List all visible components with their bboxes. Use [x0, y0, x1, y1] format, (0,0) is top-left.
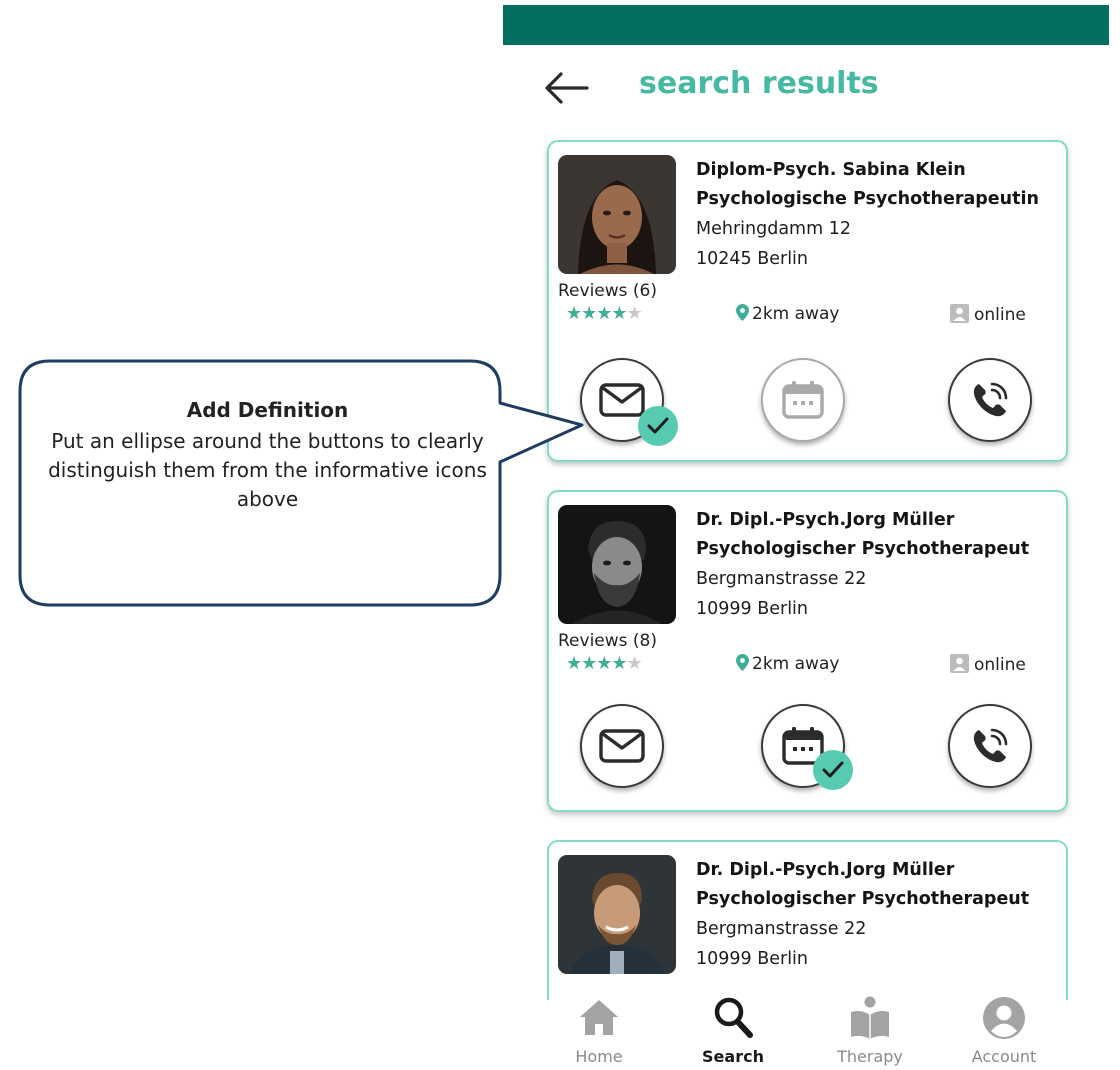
therapist-city: 10999 Berlin [696, 949, 809, 969]
therapist-name: Diplom-Psych. Sabina Klein [696, 160, 966, 180]
map-pin-icon [736, 654, 749, 671]
bottom-nav: Home Search Therapy Account [548, 990, 1108, 1070]
therapist-photo [558, 155, 676, 274]
person-square-icon [950, 304, 969, 323]
therapist-street: Mehringdamm 12 [696, 219, 851, 239]
call-button[interactable] [948, 358, 1032, 442]
therapist-role: Psychologischer Psychotherapeut [696, 889, 1030, 909]
therapist-photo [558, 505, 676, 624]
home-icon [580, 1000, 618, 1035]
annotation-text: Add Definition Put an ellipse around the… [45, 396, 490, 514]
therapist-name: Dr. Dipl.-Psych.Jorg Müller [696, 510, 955, 530]
message-button[interactable] [580, 704, 664, 788]
distance-info: 2km away [736, 304, 839, 324]
nav-search-label: Search [702, 1047, 764, 1066]
account-icon [983, 997, 1025, 1039]
nav-account-label: Account [971, 1047, 1037, 1066]
annotation-heading: Add Definition [186, 398, 349, 422]
top-app-bar [503, 5, 1109, 45]
availability-text: online [974, 655, 1026, 675]
therapy-icon [851, 996, 889, 1039]
check-icon [822, 761, 844, 778]
arrow-left-icon [545, 72, 589, 104]
star-rating: ★★★★★ [566, 303, 643, 324]
therapist-street: Bergmanstrasse 22 [696, 919, 867, 939]
therapist-card[interactable]: Dr. Dipl.-Psych.Jorg Müller Psychologisc… [547, 840, 1068, 1000]
therapist-city: 10999 Berlin [696, 599, 809, 619]
annotation-body: Put an ellipse around the buttons to cle… [48, 429, 487, 511]
availability-info: online [950, 654, 1026, 675]
nav-home-label: Home [575, 1047, 623, 1066]
distance-text: 2km away [752, 304, 840, 324]
therapist-city: 10245 Berlin [696, 249, 809, 269]
therapist-card[interactable]: Diplom-Psych. Sabina Klein Psychologisch… [547, 140, 1068, 462]
therapist-photo [558, 855, 676, 974]
therapist-street: Bergmanstrasse 22 [696, 569, 867, 589]
map-pin-icon [736, 304, 749, 321]
calendar-icon [782, 381, 824, 419]
envelope-icon [599, 383, 645, 417]
back-button[interactable] [543, 70, 589, 106]
envelope-icon [599, 729, 645, 763]
therapist-card[interactable]: Dr. Dipl.-Psych.Jorg Müller Psychologisc… [547, 490, 1068, 812]
nav-therapy-label: Therapy [837, 1047, 903, 1066]
distance-info: 2km away [736, 654, 839, 674]
call-button[interactable] [948, 704, 1032, 788]
therapist-name: Dr. Dipl.-Psych.Jorg Müller [696, 860, 955, 880]
appointment-button[interactable] [761, 358, 845, 442]
reviews-link[interactable]: Reviews (8) [558, 631, 657, 651]
selected-check-badge [813, 750, 853, 790]
star-rating: ★★★★★ [566, 653, 643, 674]
therapist-role: Psychologische Psychotherapeutin [696, 189, 1039, 209]
selected-check-badge [638, 406, 678, 446]
availability-info: online [950, 304, 1026, 325]
distance-text: 2km away [752, 654, 840, 674]
availability-text: online [974, 305, 1026, 325]
therapist-role: Psychologischer Psychotherapeut [696, 539, 1030, 559]
person-square-icon [950, 654, 969, 673]
search-icon [714, 997, 753, 1038]
check-icon [647, 417, 669, 434]
page-title: search results [639, 66, 879, 101]
phone-icon [973, 728, 1008, 763]
reviews-link[interactable]: Reviews (6) [558, 281, 657, 301]
phone-icon [973, 382, 1008, 417]
